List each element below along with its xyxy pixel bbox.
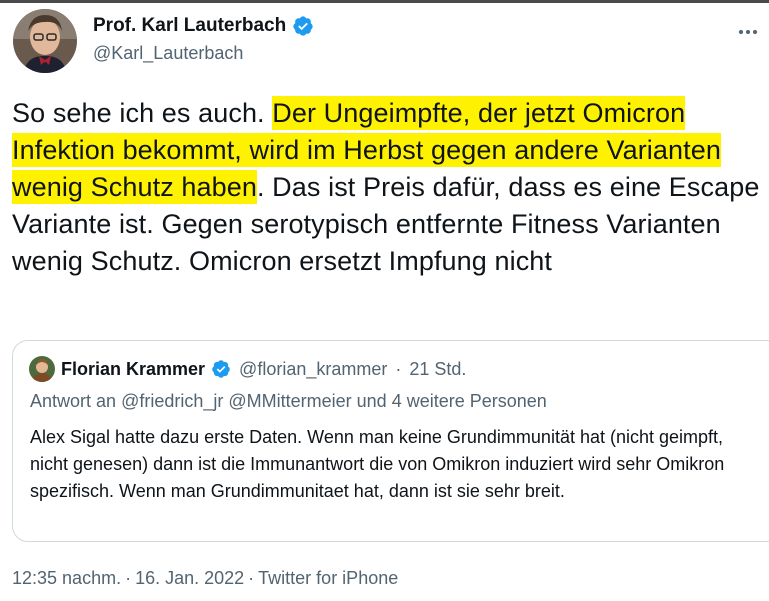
author-avatar[interactable]	[13, 9, 77, 73]
reply-context: Antwort an @friedrich_jr @MMittermeier u…	[30, 391, 547, 412]
quoted-tweet-text: Alex Sigal hatte dazu erste Daten. Wenn …	[30, 427, 725, 501]
separator-dot: ·	[125, 568, 132, 588]
tweet-meta: 12:35 nachm. · 16. Jan. 2022 · Twitter for i…	[12, 568, 398, 589]
tweet-source[interactable]: Twitter for iPhone	[258, 568, 398, 588]
separator-dot: ·	[395, 358, 402, 379]
tweet-date[interactable]: 16. Jan. 2022	[135, 568, 244, 588]
author-name[interactable]: Prof. Karl Lauterbach	[93, 15, 286, 37]
quoted-tweet[interactable]: Florian Krammer @florian_krammer · 21 St…	[12, 340, 769, 542]
tweet-time[interactable]: 12:35 nachm.	[12, 568, 121, 588]
quoted-author-handle: @florian_krammer	[239, 358, 388, 379]
quoted-author-name: Florian Krammer	[61, 358, 206, 379]
tweet-text-before: So sehe ich es auch.	[12, 98, 273, 128]
author-handle[interactable]: @Karl_Lauterbach	[93, 43, 314, 64]
quoted-author-avatar	[29, 356, 55, 382]
verified-badge-icon	[211, 359, 231, 379]
top-border	[0, 0, 769, 3]
more-options-icon[interactable]	[733, 17, 763, 47]
reply-suffix[interactable]: und 4 weitere Personen	[357, 391, 547, 411]
reply-users[interactable]: @friedrich_jr @MMittermeier	[121, 391, 352, 411]
tweet-text: So sehe ich es auch. Der Ungeimpfte, der…	[12, 95, 762, 280]
reply-prefix: Antwort an	[30, 391, 117, 411]
quoted-time: 21 Std.	[409, 358, 467, 379]
verified-badge-icon	[292, 15, 314, 37]
author-block: Prof. Karl Lauterbach @Karl_Lauterbach	[93, 15, 314, 64]
quoted-tweet-header: Florian Krammer @florian_krammer · 21 St…	[29, 356, 466, 382]
tweet-header: Prof. Karl Lauterbach @Karl_Lauterbach	[13, 9, 769, 73]
separator-dot: ·	[248, 568, 255, 588]
